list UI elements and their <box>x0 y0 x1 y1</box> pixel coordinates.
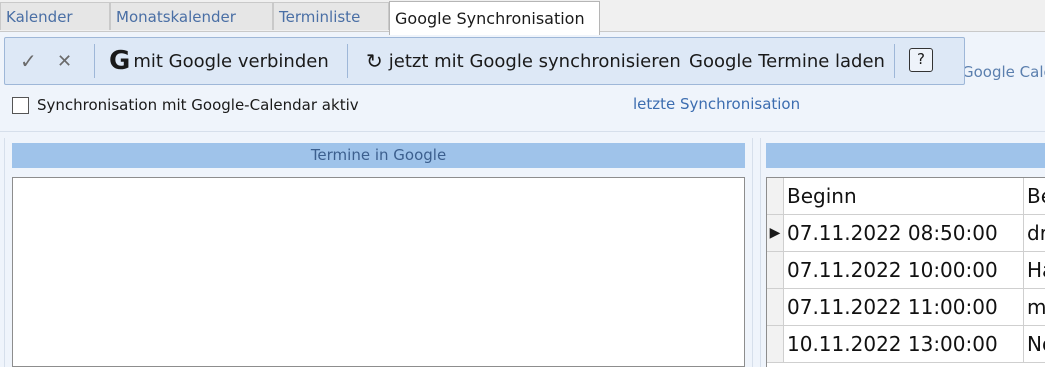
google-icon: G <box>109 46 131 76</box>
check-icon: ✓ <box>20 49 37 73</box>
help-icon: ? <box>917 50 925 68</box>
toolbar-separator <box>894 44 895 78</box>
cell-beginn[interactable]: 07.11.2022 11:00:00 <box>784 289 1024 326</box>
sync-now-label: jetzt mit Google synchronisieren <box>388 50 681 72</box>
cell-be[interactable]: Ha <box>1024 252 1045 289</box>
sync-now-button[interactable]: ↻ jetzt mit Google synchronisieren <box>366 38 681 84</box>
page-body: ✓ ✕ G mit Google verbinden ↻ jetzt mit G… <box>0 32 1045 367</box>
left-panel-title: Termine in Google <box>310 146 447 164</box>
toolbar-separator <box>347 44 348 78</box>
right-panel-border <box>760 138 761 367</box>
current-row-indicator-icon: ▶ <box>767 215 784 252</box>
load-google-events-label: Google Termine laden <box>689 50 885 72</box>
cell-beginn[interactable]: 07.11.2022 08:50:00 <box>784 215 1024 252</box>
cell-beginn[interactable]: 10.11.2022 13:00:00 <box>784 326 1024 363</box>
tab-terminliste[interactable]: Terminliste <box>273 2 389 30</box>
toolbar: ✓ ✕ G mit Google verbinden ↻ jetzt mit G… <box>4 37 965 85</box>
tab-strip: Kalender Monatskalender Terminliste Goog… <box>0 0 1045 35</box>
table-row[interactable]: ▶ 07.11.2022 08:50:00 dr <box>767 215 1045 252</box>
sync-active-label: Synchronisation mit Google-Calendar akti… <box>37 96 359 114</box>
section-divider <box>0 131 1045 132</box>
cell-be[interactable]: No <box>1024 326 1045 363</box>
google-calendar-label: Google Cale <box>962 63 1045 81</box>
cell-be[interactable]: m <box>1024 289 1045 326</box>
last-sync-label: letzte Synchronisation <box>633 95 801 113</box>
help-button[interactable]: ? <box>909 48 933 72</box>
cell-beginn[interactable]: 07.11.2022 10:00:00 <box>784 252 1024 289</box>
row-indicator-header <box>767 178 784 215</box>
left-panel-header: Termine in Google <box>12 143 745 168</box>
panel-splitter <box>752 138 753 367</box>
toolbar-separator <box>94 44 95 78</box>
sync-active-checkbox[interactable] <box>12 96 29 114</box>
column-header-be[interactable]: Be <box>1024 178 1045 215</box>
row-indicator <box>767 289 784 326</box>
left-panel-border <box>4 138 5 367</box>
right-panel-header <box>766 143 1045 168</box>
connect-google-label: mit Google verbinden <box>133 50 329 72</box>
google-events-list[interactable] <box>12 177 745 367</box>
table-row[interactable]: 07.11.2022 10:00:00 Ha <box>767 252 1045 289</box>
column-header-beginn[interactable]: Beginn <box>784 178 1024 215</box>
tab-google-synchronisation[interactable]: Google Synchronisation <box>389 1 600 35</box>
confirm-button[interactable]: ✓ <box>20 38 37 84</box>
sync-active-row: Synchronisation mit Google-Calendar akti… <box>12 95 359 115</box>
cancel-button[interactable]: ✕ <box>57 38 72 84</box>
tab-monatskalender[interactable]: Monatskalender <box>110 2 273 30</box>
table-row[interactable]: 07.11.2022 11:00:00 m <box>767 289 1045 326</box>
connect-google-button[interactable]: G mit Google verbinden <box>109 38 329 84</box>
cell-be[interactable]: dr <box>1024 215 1045 252</box>
row-indicator <box>767 252 784 289</box>
load-google-events-button[interactable]: Google Termine laden <box>689 38 885 84</box>
table-row[interactable]: 10.11.2022 13:00:00 No <box>767 326 1045 363</box>
tab-kalender[interactable]: Kalender <box>0 2 110 30</box>
grid-header-row: Beginn Be <box>767 178 1045 215</box>
refresh-icon: ↻ <box>366 49 383 73</box>
events-grid[interactable]: Beginn Be ▶ 07.11.2022 08:50:00 dr 07.11… <box>766 177 1045 367</box>
row-indicator <box>767 326 784 363</box>
close-icon: ✕ <box>57 50 73 72</box>
